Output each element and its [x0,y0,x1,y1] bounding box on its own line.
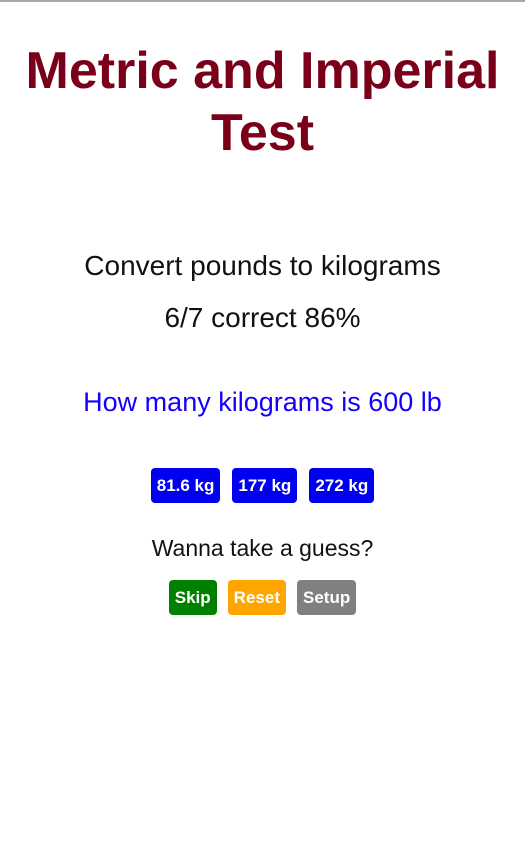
question-text: How many kilograms is 600 lb [83,387,442,417]
page-title-line-1: Metric and Imperial [25,42,500,100]
skip-button[interactable]: Skip [168,580,217,615]
guess-prompt: Wanna take a guess? [151,535,374,561]
page-title-line-2: Test [210,104,315,162]
answer-button-1[interactable]: 81.6 kg [150,468,221,503]
answer-options: 81.6 kg 177 kg 272 kg [0,468,525,503]
quiz-subtitle: Convert pounds to kilograms [84,250,441,281]
action-buttons: Skip Reset Setup [0,580,525,615]
reset-button[interactable]: Reset [227,580,286,615]
setup-button[interactable]: Setup [296,580,357,615]
page-title: Metric and Imperial Test [0,40,525,164]
quiz-page: Metric and Imperial Test Convert pounds … [0,0,525,856]
answer-button-3[interactable]: 272 kg [309,468,375,503]
answer-button-2[interactable]: 177 kg [232,468,298,503]
score-text: 6/7 correct 86% [164,302,361,333]
